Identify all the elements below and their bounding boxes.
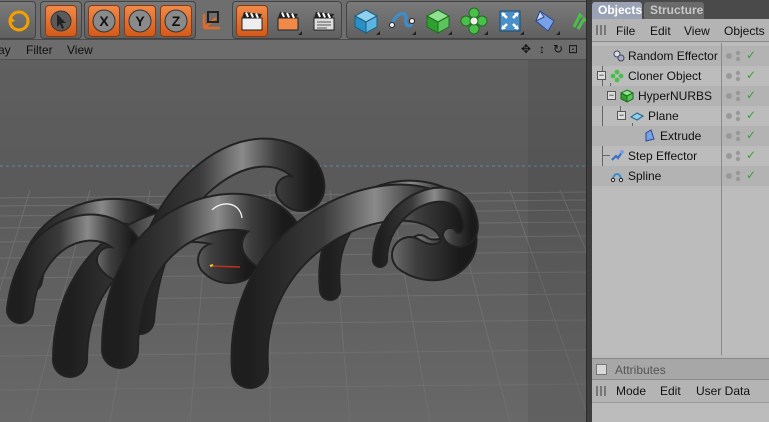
undo-group [0,1,36,39]
render-picture-viewer-icon[interactable] [272,5,304,37]
attributes-body [592,402,769,422]
viewport-menu-bar: ay Filter View ✥ ↕ ↻ ⊡ [0,40,586,60]
attributes-title: Attributes [615,363,666,377]
extrude-icon [645,129,655,142]
visibility-dots-icon[interactable] [726,70,744,82]
list-item-cloner-object[interactable]: − Cloner Object ✓ [592,66,769,86]
collapse-toggle-icon[interactable]: − [607,91,616,100]
scene-icon[interactable] [530,5,562,37]
coordinate-system-icon[interactable] [196,4,228,36]
object-name: Plane [648,109,679,123]
display-menu[interactable]: ay [0,43,11,57]
mode-menu[interactable]: Mode [616,384,646,398]
view-menu[interactable]: View [67,43,93,57]
collapse-toggle-icon[interactable]: − [617,111,626,120]
move-view-icon[interactable]: ✥ [520,43,532,55]
attributes-menu: Mode Edit User Data [592,380,769,402]
object-manager-menu: File Edit View Objects [592,19,769,42]
maximize-view-icon[interactable]: ⊡ [567,43,579,55]
object-list: Random Effector ✓ − Cloner Object ✓ − Hy… [592,43,769,355]
render-group [232,1,342,39]
main-toolbar: X Y Z [0,0,590,40]
visibility-dots-icon[interactable] [726,90,744,102]
z-label: Z [172,13,181,29]
random-effector-icon [613,50,625,62]
undo-icon[interactable] [3,5,35,37]
object-name: Extrude [660,129,702,143]
x-label: X [99,13,109,29]
object-manager-panel: Objects Structure File Edit View Objects… [592,0,769,422]
visibility-dots-icon[interactable] [726,170,744,182]
x-axis-handle[interactable] [209,265,241,268]
cloner-object-icon [610,69,624,83]
axis-lock-group: X Y Z [84,1,196,39]
cloner-icon[interactable] [458,5,490,37]
edit-menu-attr[interactable]: Edit [660,384,681,398]
list-column-separator [721,43,722,355]
attributes-header: Attributes [592,358,769,380]
list-item-random-effector[interactable]: Random Effector ✓ [592,46,769,66]
grip-icon [596,386,606,396]
tab-objects[interactable]: Objects [592,2,642,19]
list-item-extrude[interactable]: Extrude ✓ [592,126,769,146]
spline-icon [610,173,624,183]
selection-group [40,1,82,39]
visibility-dots-icon[interactable] [726,130,744,142]
object-name: Random Effector [628,49,718,63]
object-group [346,1,590,39]
file-menu[interactable]: File [616,24,635,38]
axis-origin [209,264,214,267]
enabled-check-icon[interactable]: ✓ [746,148,756,162]
enabled-check-icon[interactable]: ✓ [746,128,756,142]
render-settings-icon[interactable] [308,5,340,37]
render-view-icon[interactable] [236,5,268,37]
enabled-check-icon[interactable]: ✓ [746,68,756,82]
enabled-check-icon[interactable]: ✓ [746,48,756,62]
visibility-dots-icon[interactable] [726,50,744,62]
list-item-spline[interactable]: Spline ✓ [592,166,769,186]
3d-viewport[interactable] [0,60,586,422]
nurbs-icon[interactable] [422,5,454,37]
y-label: Y [135,13,145,29]
tab-structure[interactable]: Structure [644,2,704,19]
cube-icon[interactable] [350,5,382,37]
object-name: HyperNURBS [638,89,713,103]
deformer-icon[interactable] [494,5,526,37]
objects-menu[interactable]: Objects [724,24,765,38]
object-name: Step Effector [628,149,698,163]
x-axis-lock-icon[interactable]: X [88,5,120,37]
enabled-check-icon[interactable]: ✓ [746,108,756,122]
step-effector-icon [611,150,624,161]
list-item-plane[interactable]: − Plane ✓ [592,106,769,126]
edit-menu[interactable]: Edit [650,24,671,38]
visibility-dots-icon[interactable] [726,150,744,162]
grip-icon [596,25,606,35]
pointer-icon[interactable] [45,5,77,37]
hypernurbs-icon [620,89,634,103]
visibility-dots-icon[interactable] [726,110,744,122]
zoom-view-icon[interactable]: ↕ [536,43,548,55]
object-name: Cloner Object [628,69,702,83]
user-data-menu[interactable]: User Data [696,384,750,398]
rotate-view-icon[interactable]: ↻ [552,43,564,55]
y-axis-lock-icon[interactable]: Y [124,5,156,37]
viewport-canvas [0,60,586,422]
list-item-hypernurbs[interactable]: − HyperNURBS ✓ [592,86,769,106]
enabled-check-icon[interactable]: ✓ [746,168,756,182]
filter-menu[interactable]: Filter [26,43,53,57]
collapse-toggle-icon[interactable]: − [597,71,606,80]
attributes-checkbox[interactable] [596,364,607,375]
view-menu-om[interactable]: View [684,24,710,38]
z-axis-lock-icon[interactable]: Z [160,5,192,37]
object-name: Spline [628,169,662,183]
enabled-check-icon[interactable]: ✓ [746,88,756,102]
manager-tabs: Objects Structure [592,0,769,19]
list-item-step-effector[interactable]: Step Effector ✓ [592,146,769,166]
plane-icon [630,112,644,121]
spline-pen-icon[interactable] [386,5,418,37]
